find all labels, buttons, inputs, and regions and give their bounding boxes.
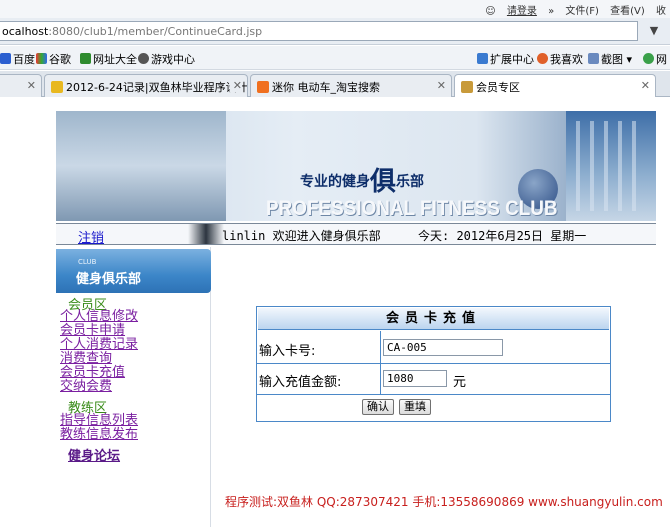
sidebar-item-coach-publish[interactable]: 教练信息发布 bbox=[60, 428, 138, 442]
favorites-menu[interactable]: 收 bbox=[656, 6, 666, 17]
directory-icon bbox=[80, 53, 91, 64]
gamepad-icon bbox=[138, 53, 149, 64]
reset-button[interactable]: 重填 bbox=[399, 399, 431, 415]
nav-strip: 注销 linlin 欢迎进入健身俱乐部 今天: 2012年6月25日 星期一 bbox=[56, 223, 656, 246]
sidebar-header-title: 健身俱乐部 bbox=[76, 272, 142, 287]
amount-unit: 元 bbox=[453, 375, 467, 390]
more-icon: » bbox=[548, 6, 555, 17]
sidebar-item-consumption-record[interactable]: 个人消费记录 bbox=[60, 338, 138, 352]
sidebar-item-guide-list[interactable]: 指导信息列表 bbox=[60, 414, 138, 428]
file-menu[interactable]: 文件(F) bbox=[565, 6, 599, 17]
card-number-input[interactable] bbox=[383, 339, 503, 356]
recharge-form: 会员卡充值 输入卡号: 输入充值金额: 元 确认 重填 bbox=[256, 306, 611, 422]
sidebar-item-pay-fee[interactable]: 交纳会费 bbox=[60, 380, 112, 394]
baidu-icon bbox=[0, 53, 11, 64]
browser-top-strip: ☺ 请登录 » 文件(F) 查看(V) 收 bbox=[0, 0, 670, 18]
address-bar-row: ocalhost:8080/club1/member/ContinueCard.… bbox=[0, 18, 670, 45]
amount-row: 输入充值金额: 元 bbox=[257, 364, 610, 395]
gym-equipment-image bbox=[56, 111, 226, 221]
tab-record[interactable]: 2012-6-24记录|双鱼林毕业程序设计网 ✕ bbox=[44, 74, 248, 97]
address-dropdown-icon[interactable]: ▼ bbox=[641, 24, 667, 40]
banner-slogan: 专业的健身俱乐部 bbox=[300, 167, 425, 197]
sidebar: CLUB 健身俱乐部 会员区 个人信息修改 会员卡申请 个人消费记录 消费查询 … bbox=[56, 247, 211, 527]
tab-bar: ✕ 2012-6-24记录|双鱼林毕业程序设计网 ✕ 迷你 电动车_淘宝搜索 ✕… bbox=[0, 71, 670, 98]
stack-icon bbox=[461, 81, 473, 93]
page-content: 专业的健身俱乐部 PROFESSIONAL FITNESS CLUB 注销 li… bbox=[0, 97, 670, 527]
tab-taobao[interactable]: 迷你 电动车_淘宝搜索 ✕ bbox=[250, 74, 452, 97]
bookmark-games[interactable]: 游戏中心 bbox=[138, 51, 195, 67]
user-icon: ☺ bbox=[485, 6, 496, 17]
like-button[interactable]: 我喜欢 bbox=[537, 51, 583, 67]
tab-member-zone[interactable]: 会员专区 ✕ bbox=[454, 74, 656, 98]
close-icon[interactable]: ✕ bbox=[27, 79, 36, 92]
bookmark-baidu[interactable]: 百度 bbox=[0, 51, 35, 67]
google-icon bbox=[36, 53, 47, 64]
close-icon[interactable]: ✕ bbox=[229, 79, 242, 92]
top-links: ☺ 请登录 » 文件(F) 查看(V) 收 bbox=[477, 2, 666, 17]
amount-input[interactable] bbox=[383, 370, 447, 387]
card-row: 输入卡号: bbox=[257, 331, 610, 364]
close-icon[interactable]: ✕ bbox=[437, 79, 446, 92]
view-menu[interactable]: 查看(V) bbox=[610, 6, 645, 17]
globe-icon bbox=[643, 53, 654, 64]
logout-link[interactable]: 注销 bbox=[78, 227, 104, 246]
welcome-text: linlin 欢迎进入健身俱乐部 bbox=[222, 229, 381, 243]
bookmark-hao123[interactable]: 网址大全 bbox=[80, 51, 137, 67]
extensions-button[interactable]: 扩展中心 bbox=[477, 51, 534, 67]
address-path: :8080/club1/member/ContinueCard.jsp bbox=[48, 25, 263, 38]
sidebar-header: CLUB 健身俱乐部 bbox=[56, 249, 211, 293]
sidebar-item-forum[interactable]: 健身论坛 bbox=[68, 445, 120, 464]
scissors-icon bbox=[588, 53, 599, 64]
sidebar-item-card-recharge[interactable]: 会员卡充值 bbox=[60, 366, 125, 380]
footer-contact: 程序测试:双鱼林 QQ:287307421 手机:13558690869 www… bbox=[225, 495, 663, 509]
bookmark-google[interactable]: 谷歌 bbox=[36, 51, 71, 67]
puzzle-icon bbox=[477, 53, 488, 64]
building-image bbox=[566, 111, 656, 221]
screenshot-button[interactable]: 截图 ▾ bbox=[588, 51, 632, 67]
address-input[interactable]: ocalhost:8080/club1/member/ContinueCard.… bbox=[0, 21, 638, 41]
chevron-down-icon: ▾ bbox=[626, 53, 633, 66]
sidebar-item-card-apply[interactable]: 会员卡申请 bbox=[60, 324, 125, 338]
sidebar-item-consumption-query[interactable]: 消费查询 bbox=[60, 352, 112, 366]
amount-label: 输入充值金额: bbox=[259, 375, 342, 390]
confirm-button[interactable]: 确认 bbox=[362, 399, 394, 415]
heart-icon bbox=[537, 53, 548, 64]
sidebar-item-profile[interactable]: 个人信息修改 bbox=[60, 310, 138, 324]
star-icon bbox=[51, 81, 63, 93]
bookmarks-bar: 百度 谷歌 网址大全 游戏中心 扩展中心 我喜欢 截图 ▾ 网 bbox=[0, 46, 670, 70]
close-icon[interactable]: ✕ bbox=[641, 79, 650, 92]
login-link[interactable]: 请登录 bbox=[507, 6, 537, 17]
sidebar-header-small: CLUB bbox=[78, 258, 97, 266]
address-host: ocalhost bbox=[2, 25, 49, 38]
web-button[interactable]: 网 bbox=[643, 51, 667, 67]
tab-partial[interactable]: ✕ bbox=[0, 74, 42, 97]
taobao-icon bbox=[257, 81, 269, 93]
site-banner: 专业的健身俱乐部 PROFESSIONAL FITNESS CLUB bbox=[56, 111, 656, 221]
form-title: 会员卡充值 bbox=[258, 308, 609, 330]
banner-english-title: PROFESSIONAL FITNESS CLUB bbox=[266, 197, 558, 220]
card-label: 输入卡号: bbox=[259, 344, 316, 359]
date-text: 今天: 2012年6月25日 星期一 bbox=[418, 229, 587, 243]
